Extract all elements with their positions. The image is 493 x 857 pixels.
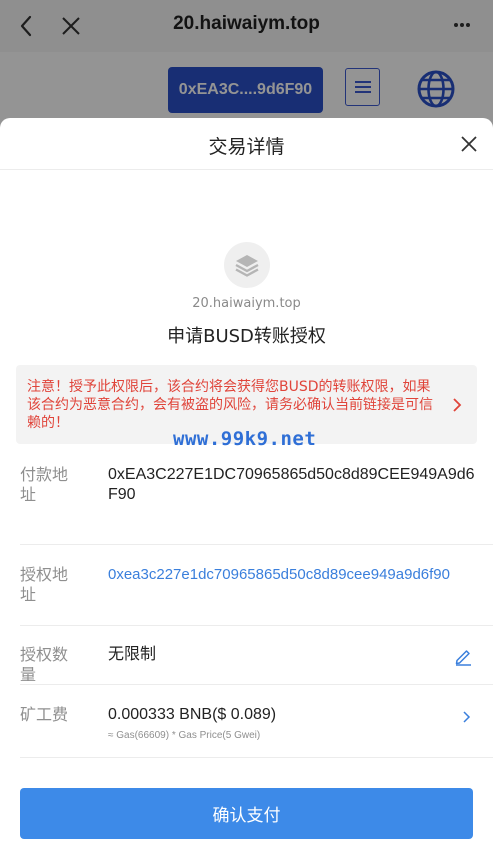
divider [20, 684, 493, 685]
miner-fee-label: 矿工费 [20, 705, 69, 724]
warning-text: 注意！授予此权限后，该合约将会获得您BUSD的转账权限，如果该合约为恶意合约，会… [27, 379, 433, 431]
site-logo [224, 242, 270, 288]
approval-amount-label: 授权数量 [20, 645, 69, 684]
divider [20, 625, 493, 626]
layers-icon [235, 255, 259, 277]
chevron-right-icon [463, 711, 471, 723]
miner-fee-row[interactable]: 矿工费 0.000333 BNB($ 0.089) ≈ Gas(66609) *… [20, 705, 493, 755]
divider [20, 544, 493, 545]
divider [20, 757, 493, 758]
miner-fee-value: 0.000333 BNB($ 0.089) [108, 706, 277, 723]
chevron-right-icon [453, 398, 462, 412]
payer-address-row: 付款地址 0xEA3C227E1DC70965865d50c8d89CEE949… [20, 465, 493, 525]
close-icon[interactable] [459, 134, 479, 154]
confirm-payment-button[interactable]: 确认支付 [20, 788, 473, 839]
gas-detail-text: ≈ Gas(66609) * Gas Price(5 Gwei) [108, 730, 261, 741]
approval-amount-row: 授权数量 无限制 [20, 645, 493, 685]
sheet-header: 交易详情 [0, 118, 493, 170]
spender-address-label: 授权地址 [20, 565, 69, 604]
request-title: 申请BUSD转账授权 [167, 326, 326, 347]
payer-address-value: 0xEA3C227E1DC70965865d50c8d89CEE949A9d6F… [108, 466, 475, 503]
site-domain: 20.haiwaiym.top [192, 296, 301, 311]
edit-pencil-icon[interactable] [453, 646, 473, 666]
payer-address-label: 付款地址 [20, 465, 69, 504]
sheet-title: 交易详情 [208, 136, 285, 158]
spender-address-link[interactable]: 0xea3c227e1dc70965865d50c8d89cee949a9d6f… [108, 565, 478, 585]
approval-amount-value: 无限制 [108, 646, 157, 663]
spender-address-row: 授权地址 0xea3c227e1dc70965865d50c8d89cee949… [20, 565, 493, 625]
watermark-text: www.99k9.net [173, 428, 317, 450]
transaction-details-sheet: 交易详情 20.haiwaiym.top 申请BUSD转账授权 注意！授予此权限… [0, 118, 493, 857]
